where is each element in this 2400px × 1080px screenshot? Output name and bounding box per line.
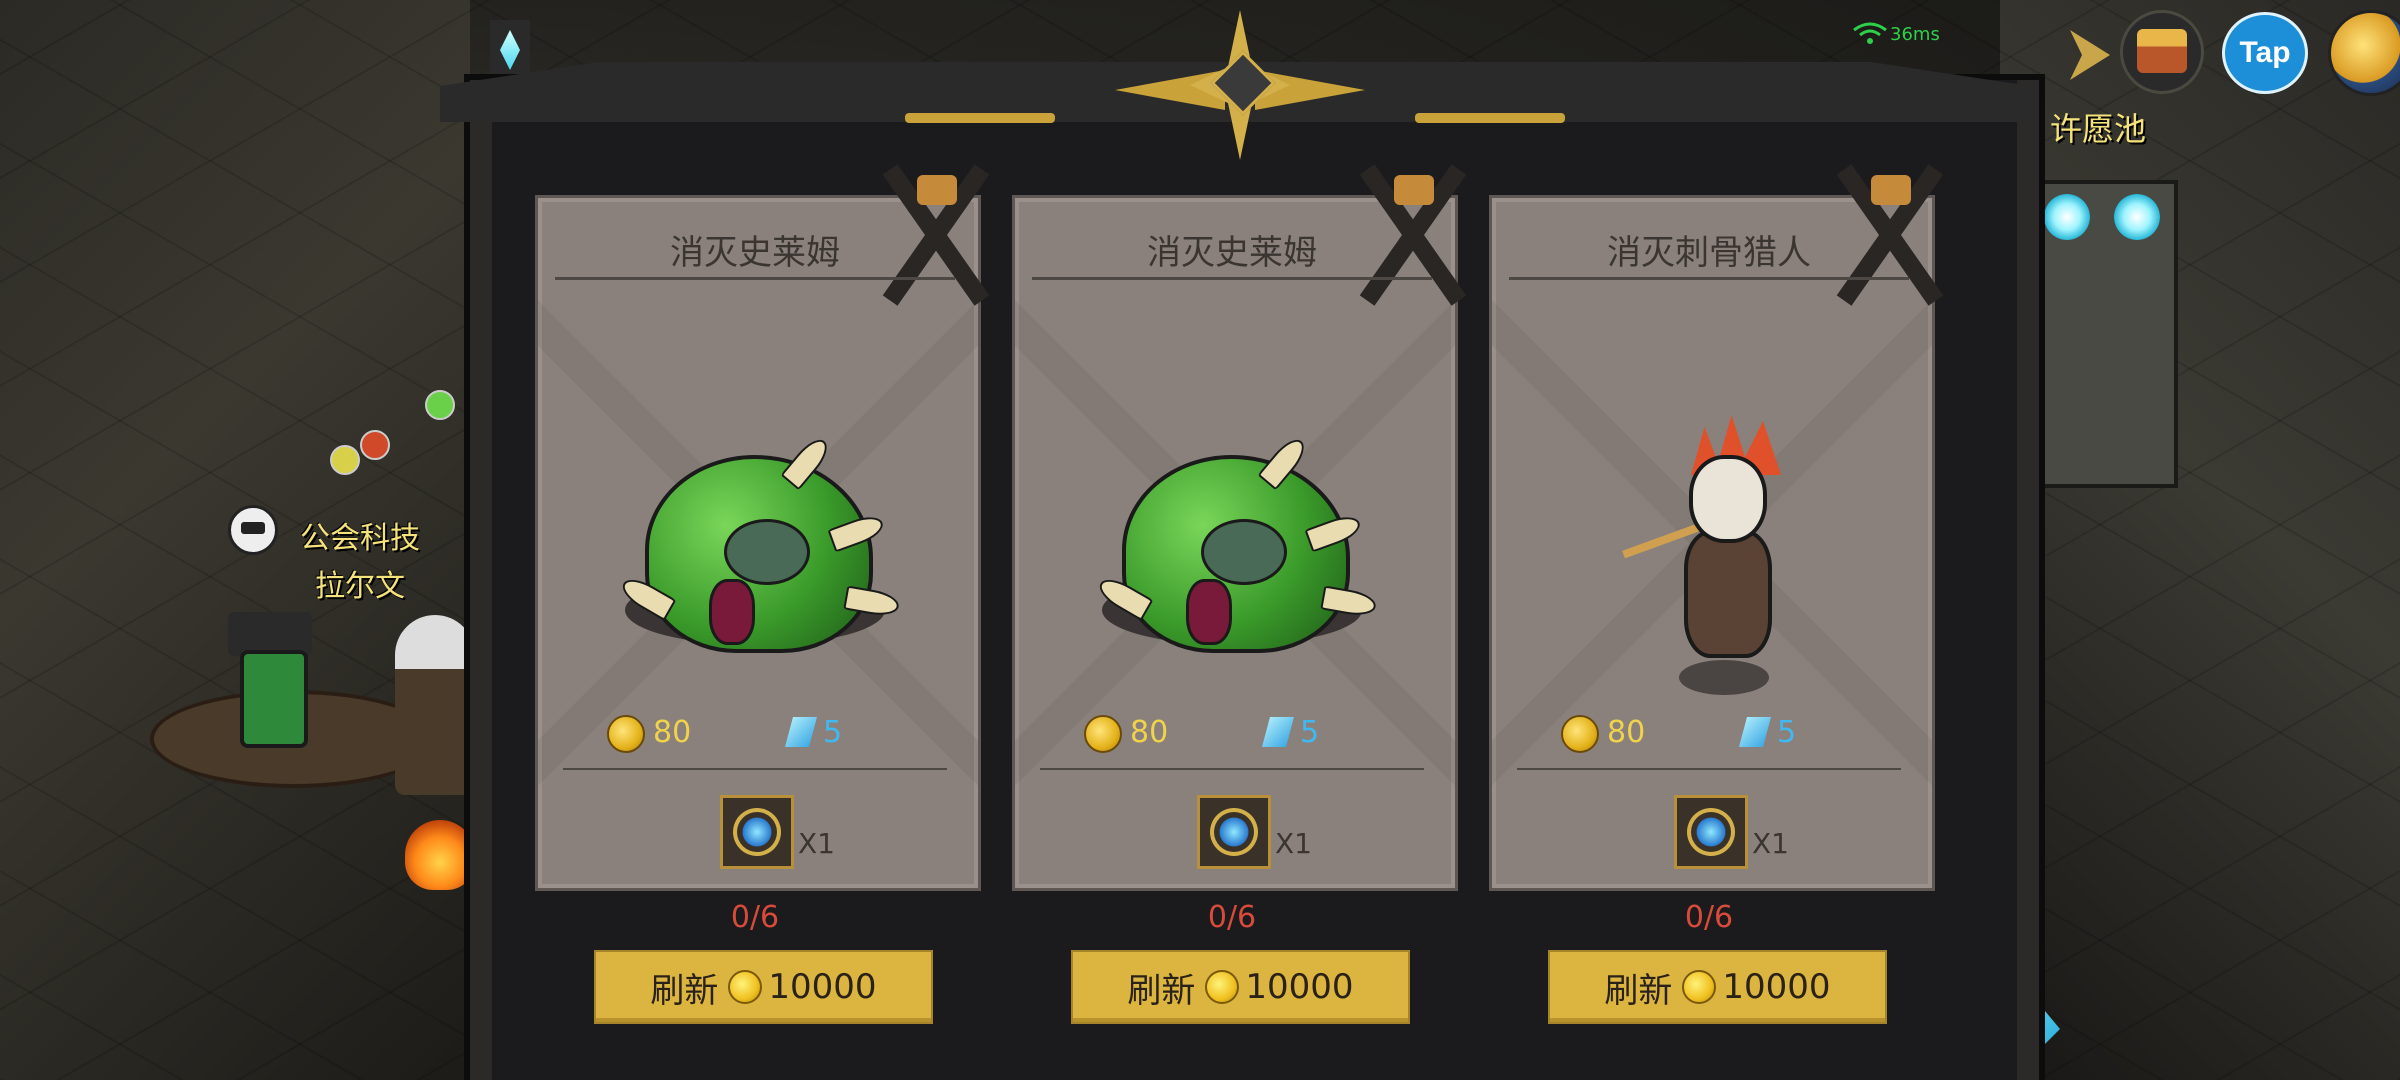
gem-reward: 5 [1777, 715, 1797, 750]
quest-progress: 0/6 [1684, 900, 1734, 935]
gem-reward: 5 [823, 715, 843, 750]
orb-item-icon[interactable] [1197, 795, 1271, 869]
refresh-label: 刷新 [1604, 970, 1673, 1011]
gem-reward: 5 [1300, 715, 1320, 750]
orb-item-icon[interactable] [720, 795, 794, 869]
refresh-cost: 10000 [1245, 967, 1354, 1007]
refresh-cost: 10000 [1722, 967, 1831, 1007]
quest-card[interactable]: 消灭史莱姆 80 5 X1 [1012, 164, 1467, 891]
gold-coin-icon [607, 715, 645, 753]
gold-reward: 80 [1130, 715, 1169, 750]
slime-monster [605, 425, 905, 665]
gem-icon [1262, 717, 1294, 747]
monster-shadow [1679, 660, 1769, 695]
treasure-chest-button[interactable] [2120, 10, 2204, 94]
quest-progress: 0/6 [730, 900, 780, 935]
gem-icon [1739, 717, 1771, 747]
slime-body [1122, 455, 1350, 653]
quest-card[interactable]: 消灭刺骨猎人 80 5 X1 [1489, 164, 1944, 891]
npc-helmet-icon [228, 505, 278, 555]
quest-title: 消灭刺骨猎人 [1607, 233, 1811, 273]
quest-title: 消灭史莱姆 [1147, 233, 1317, 273]
reward-row: 80 5 [1489, 715, 1929, 765]
slime-skull [1201, 519, 1287, 585]
hunter-figure [1622, 415, 1789, 715]
crystal-lamp-icon [490, 20, 530, 80]
npc-title: 公会科技 [300, 521, 420, 556]
refresh-button[interactable]: 刷新 10000 [1548, 950, 1887, 1024]
bone-hunter-monster [1559, 415, 1859, 695]
reward-row: 80 5 [1012, 715, 1452, 765]
quest-title: 消灭史莱姆 [670, 233, 840, 273]
slime-body [645, 455, 873, 653]
flask-icon [425, 390, 455, 420]
slime-mouth [1186, 579, 1232, 645]
potion-jar [240, 650, 308, 748]
refresh-label: 刷新 [1127, 970, 1196, 1011]
statue-eye-icon [2044, 194, 2090, 240]
item-quantity: X1 [1275, 827, 1312, 860]
npc-name-label[interactable]: 公会科技 拉尔文 [300, 515, 420, 611]
flask-icon [360, 430, 390, 460]
cauldron-fire [405, 820, 475, 890]
divider [555, 277, 955, 280]
reward-row: 80 5 [535, 715, 975, 765]
slime-mouth [709, 579, 755, 645]
divider [1509, 277, 1909, 280]
gold-reward: 80 [1607, 715, 1646, 750]
gold-coin-icon [1682, 970, 1717, 1004]
tap-button[interactable]: Tap [2222, 12, 2308, 94]
divider [1040, 768, 1424, 770]
gold-reward: 80 [653, 715, 692, 750]
glowing-statue [2020, 180, 2178, 488]
item-quantity: X1 [798, 827, 835, 860]
wish-pool-button[interactable]: 许愿池 [1990, 96, 2400, 156]
divider [563, 768, 947, 770]
refresh-button[interactable]: 刷新 10000 [594, 950, 933, 1024]
quest-progress: 0/6 [1207, 900, 1257, 935]
refresh-button[interactable]: 刷新 10000 [1071, 950, 1410, 1024]
wish-pool-label: 许愿池 [2050, 110, 2147, 148]
refresh-label: 刷新 [650, 970, 719, 1011]
expand-arrow-icon[interactable] [2070, 30, 2110, 80]
flask-icon [330, 445, 360, 475]
hunter-body [1684, 530, 1772, 658]
npc-name: 拉尔文 [315, 569, 405, 604]
refresh-cost: 10000 [768, 967, 877, 1007]
divider [1032, 277, 1432, 280]
world-globe-button[interactable] [2328, 10, 2400, 96]
divider [1517, 768, 1901, 770]
statue-eye-icon [2114, 194, 2160, 240]
item-quantity: X1 [1752, 827, 1789, 860]
compass-emblem-icon [1115, 0, 1365, 170]
orb-item-icon[interactable] [1674, 795, 1748, 869]
quest-card[interactable]: 消灭史莱姆 80 5 X1 [535, 164, 990, 891]
gem-icon [785, 717, 817, 747]
hunter-head [1689, 455, 1767, 543]
wifi-icon [1853, 22, 1887, 44]
npc-scholar[interactable] [395, 615, 475, 795]
slime-skull [724, 519, 810, 585]
header-gold-bar [1415, 113, 1565, 123]
header-gold-bar [905, 113, 1055, 123]
ping-readout: 36ms [1890, 24, 1940, 45]
slime-monster [1082, 425, 1382, 665]
gold-coin-icon [1084, 715, 1122, 753]
gold-coin-icon [1205, 970, 1240, 1004]
gold-coin-icon [1561, 715, 1599, 753]
gold-coin-icon [728, 970, 763, 1004]
